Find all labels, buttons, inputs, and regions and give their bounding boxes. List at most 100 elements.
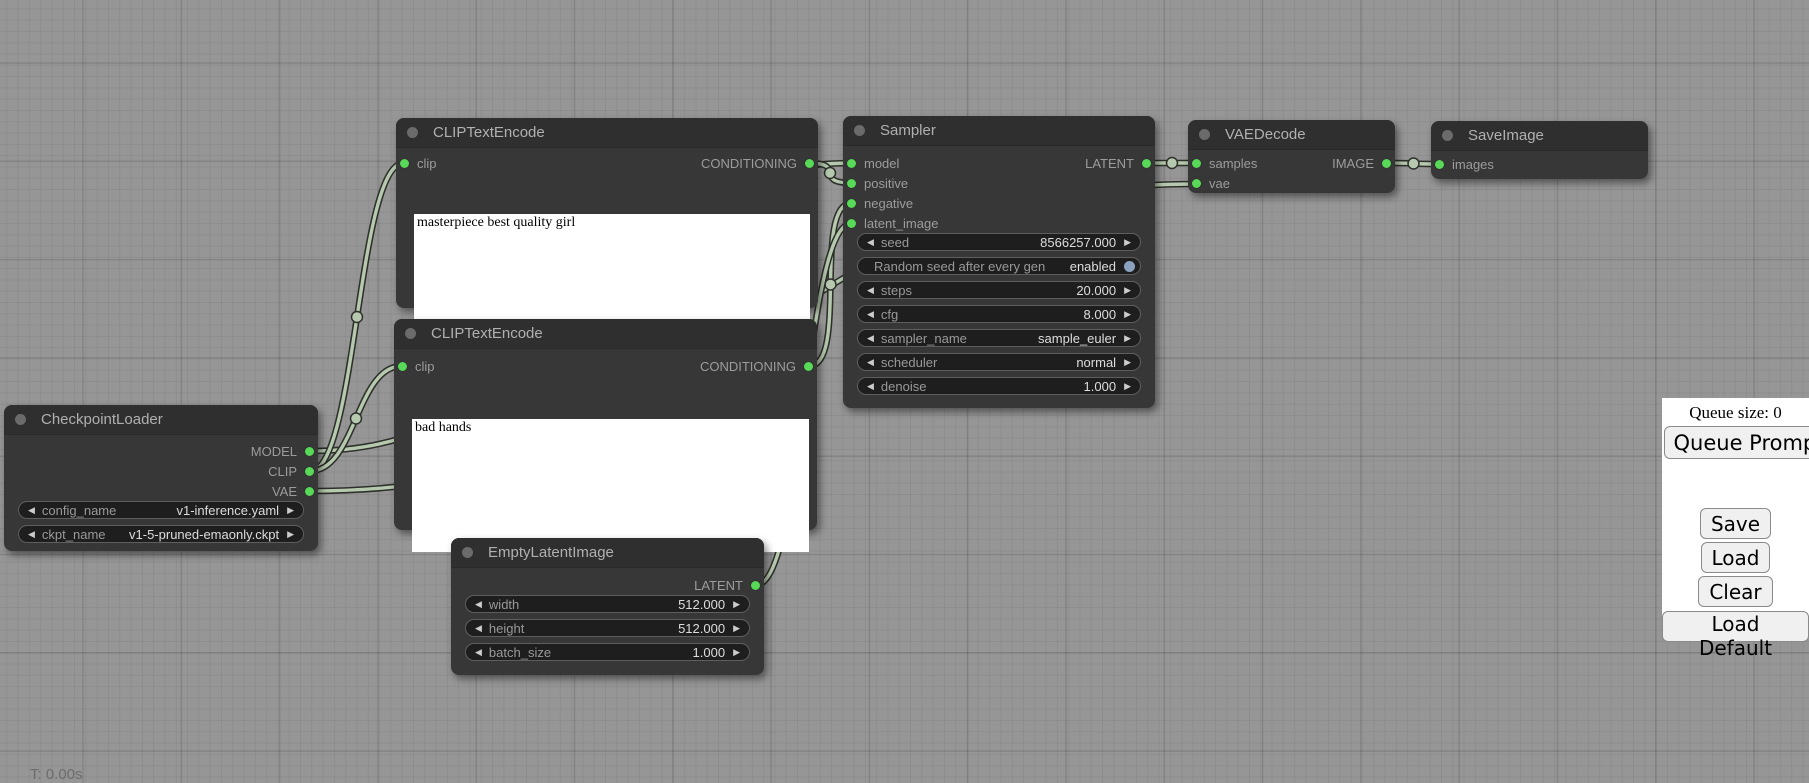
prompt-textarea[interactable]: bad hands	[412, 419, 809, 552]
decrement-arrow-icon[interactable]: ◀	[867, 286, 874, 295]
node-clip-text-encode-negative[interactable]: CLIPTextEncode clip CONDITIONING bad han…	[394, 319, 817, 530]
node-title-bar[interactable]: VAEDecode	[1188, 120, 1395, 150]
comfyui-graph-canvas[interactable]: { "colors": { "wire": "#b6c9ae", "wire_o…	[0, 0, 1809, 782]
node-title: Sampler	[880, 122, 936, 139]
decrement-arrow-icon[interactable]: ◀	[867, 382, 874, 391]
node-collapse-dot-icon[interactable]	[407, 127, 418, 138]
decrement-arrow-icon[interactable]: ◀	[867, 334, 874, 343]
decrement-arrow-icon[interactable]: ◀	[475, 624, 482, 633]
prompt-textarea[interactable]: masterpiece best quality girl	[414, 214, 810, 334]
increment-arrow-icon[interactable]: ▶	[733, 648, 740, 657]
output-label-clip: CLIP	[268, 464, 297, 479]
decrement-arrow-icon[interactable]: ◀	[867, 238, 874, 247]
node-empty-latent-image[interactable]: EmptyLatentImage LATENT ◀ width 512.000 …	[451, 538, 764, 675]
widget-value: v1-5-pruned-emaonly.ckpt	[129, 527, 279, 542]
input-label-negative: negative	[864, 196, 913, 211]
input-port-clip[interactable]	[398, 362, 407, 371]
input-label-latent-image: latent_image	[864, 216, 938, 231]
widget-value: 8566257.000	[1040, 235, 1116, 250]
increment-arrow-icon[interactable]: ▶	[287, 530, 294, 539]
output-port-image[interactable]	[1382, 159, 1391, 168]
output-port-model[interactable]	[305, 447, 314, 456]
input-port-clip[interactable]	[400, 159, 409, 168]
node-collapse-dot-icon[interactable]	[1442, 130, 1453, 141]
input-port-images[interactable]	[1435, 160, 1444, 169]
node-clip-text-encode-positive[interactable]: CLIPTextEncode clip CONDITIONING masterp…	[396, 118, 818, 308]
save-button[interactable]: Save	[1700, 508, 1771, 539]
increment-arrow-icon[interactable]: ▶	[1124, 238, 1131, 247]
node-title-bar[interactable]: CheckpointLoader	[4, 405, 318, 435]
output-port-latent[interactable]	[751, 581, 760, 590]
node-title: CheckpointLoader	[41, 411, 163, 428]
port-row: positive	[843, 173, 1155, 193]
output-row: VAE	[4, 481, 318, 501]
output-port-conditioning[interactable]	[804, 362, 813, 371]
toggle-knob-icon[interactable]	[1124, 261, 1135, 272]
node-collapse-dot-icon[interactable]	[1199, 129, 1210, 140]
queue-prompt-button[interactable]: Queue Prompt	[1664, 426, 1809, 459]
input-port-negative[interactable]	[847, 199, 856, 208]
node-collapse-dot-icon[interactable]	[462, 547, 473, 558]
decrement-arrow-icon[interactable]: ◀	[475, 648, 482, 657]
increment-arrow-icon[interactable]: ▶	[733, 624, 740, 633]
decrement-arrow-icon[interactable]: ◀	[28, 530, 35, 539]
widget-steps[interactable]: ◀ steps 20.000 ▶	[857, 281, 1141, 299]
decrement-arrow-icon[interactable]: ◀	[28, 506, 35, 515]
node-title-bar[interactable]: EmptyLatentImage	[451, 538, 764, 568]
node-collapse-dot-icon[interactable]	[15, 414, 26, 425]
node-title-bar[interactable]: Sampler	[843, 116, 1155, 146]
increment-arrow-icon[interactable]: ▶	[1124, 334, 1131, 343]
node-save-image[interactable]: SaveImage images	[1431, 121, 1648, 179]
port-row: negative	[843, 193, 1155, 213]
output-label-image: IMAGE	[1332, 156, 1374, 171]
decrement-arrow-icon[interactable]: ◀	[475, 600, 482, 609]
widget-value: v1-inference.yaml	[176, 503, 279, 518]
input-port-samples[interactable]	[1192, 159, 1201, 168]
increment-arrow-icon[interactable]: ▶	[1124, 382, 1131, 391]
port-row: clip CONDITIONING	[396, 153, 818, 173]
clear-button[interactable]: Clear	[1698, 576, 1772, 607]
increment-arrow-icon[interactable]: ▶	[1124, 286, 1131, 295]
output-row: CLIP	[4, 461, 318, 481]
widget-config-name[interactable]: ◀ config_name v1-inference.yaml ▶	[18, 501, 304, 519]
increment-arrow-icon[interactable]: ▶	[733, 600, 740, 609]
widget-height[interactable]: ◀ height 512.000 ▶	[465, 619, 750, 637]
node-sampler[interactable]: Sampler model LATENT positive negative	[843, 116, 1155, 408]
decrement-arrow-icon[interactable]: ◀	[867, 358, 874, 367]
input-port-latent-image[interactable]	[847, 219, 856, 228]
node-collapse-dot-icon[interactable]	[854, 125, 865, 136]
output-port-conditioning[interactable]	[805, 159, 814, 168]
increment-arrow-icon[interactable]: ▶	[287, 506, 294, 515]
output-row: MODEL	[4, 441, 318, 461]
widget-batch-size[interactable]: ◀ batch_size 1.000 ▶	[465, 643, 750, 661]
widget-value: 1.000	[1084, 379, 1117, 394]
increment-arrow-icon[interactable]: ▶	[1124, 358, 1131, 367]
widget-name: steps	[881, 283, 912, 298]
load-button[interactable]: Load	[1701, 542, 1771, 573]
widget-sampler-name[interactable]: ◀ sampler_name sample_euler ▶	[857, 329, 1141, 347]
widget-seed[interactable]: ◀ seed 8566257.000 ▶	[857, 233, 1141, 251]
increment-arrow-icon[interactable]: ▶	[1124, 310, 1131, 319]
load-default-button[interactable]: Load Default	[1662, 611, 1809, 642]
widget-random-seed-toggle[interactable]: Random seed after every gen enabled	[857, 257, 1141, 275]
node-vae-decode[interactable]: VAEDecode samples IMAGE vae	[1188, 120, 1395, 193]
node-title-bar[interactable]: SaveImage	[1431, 121, 1648, 151]
input-port-vae[interactable]	[1192, 179, 1201, 188]
output-port-clip[interactable]	[305, 467, 314, 476]
node-title-bar[interactable]: CLIPTextEncode	[396, 118, 818, 148]
input-port-positive[interactable]	[847, 179, 856, 188]
node-checkpoint-loader[interactable]: CheckpointLoader MODEL CLIP VAE ◀ config…	[4, 405, 318, 551]
widget-ckpt-name[interactable]: ◀ ckpt_name v1-5-pruned-emaonly.ckpt ▶	[18, 525, 304, 543]
node-collapse-dot-icon[interactable]	[405, 328, 416, 339]
decrement-arrow-icon[interactable]: ◀	[867, 310, 874, 319]
output-port-latent[interactable]	[1142, 159, 1151, 168]
output-port-vae[interactable]	[305, 487, 314, 496]
node-title: CLIPTextEncode	[431, 325, 543, 342]
node-title-bar[interactable]: CLIPTextEncode	[394, 319, 817, 349]
widget-denoise[interactable]: ◀ denoise 1.000 ▶	[857, 377, 1141, 395]
widget-cfg[interactable]: ◀ cfg 8.000 ▶	[857, 305, 1141, 323]
widget-scheduler[interactable]: ◀ scheduler normal ▶	[857, 353, 1141, 371]
widget-width[interactable]: ◀ width 512.000 ▶	[465, 595, 750, 613]
input-port-model[interactable]	[847, 159, 856, 168]
execution-timer-label: T: 0.00s	[30, 766, 83, 783]
